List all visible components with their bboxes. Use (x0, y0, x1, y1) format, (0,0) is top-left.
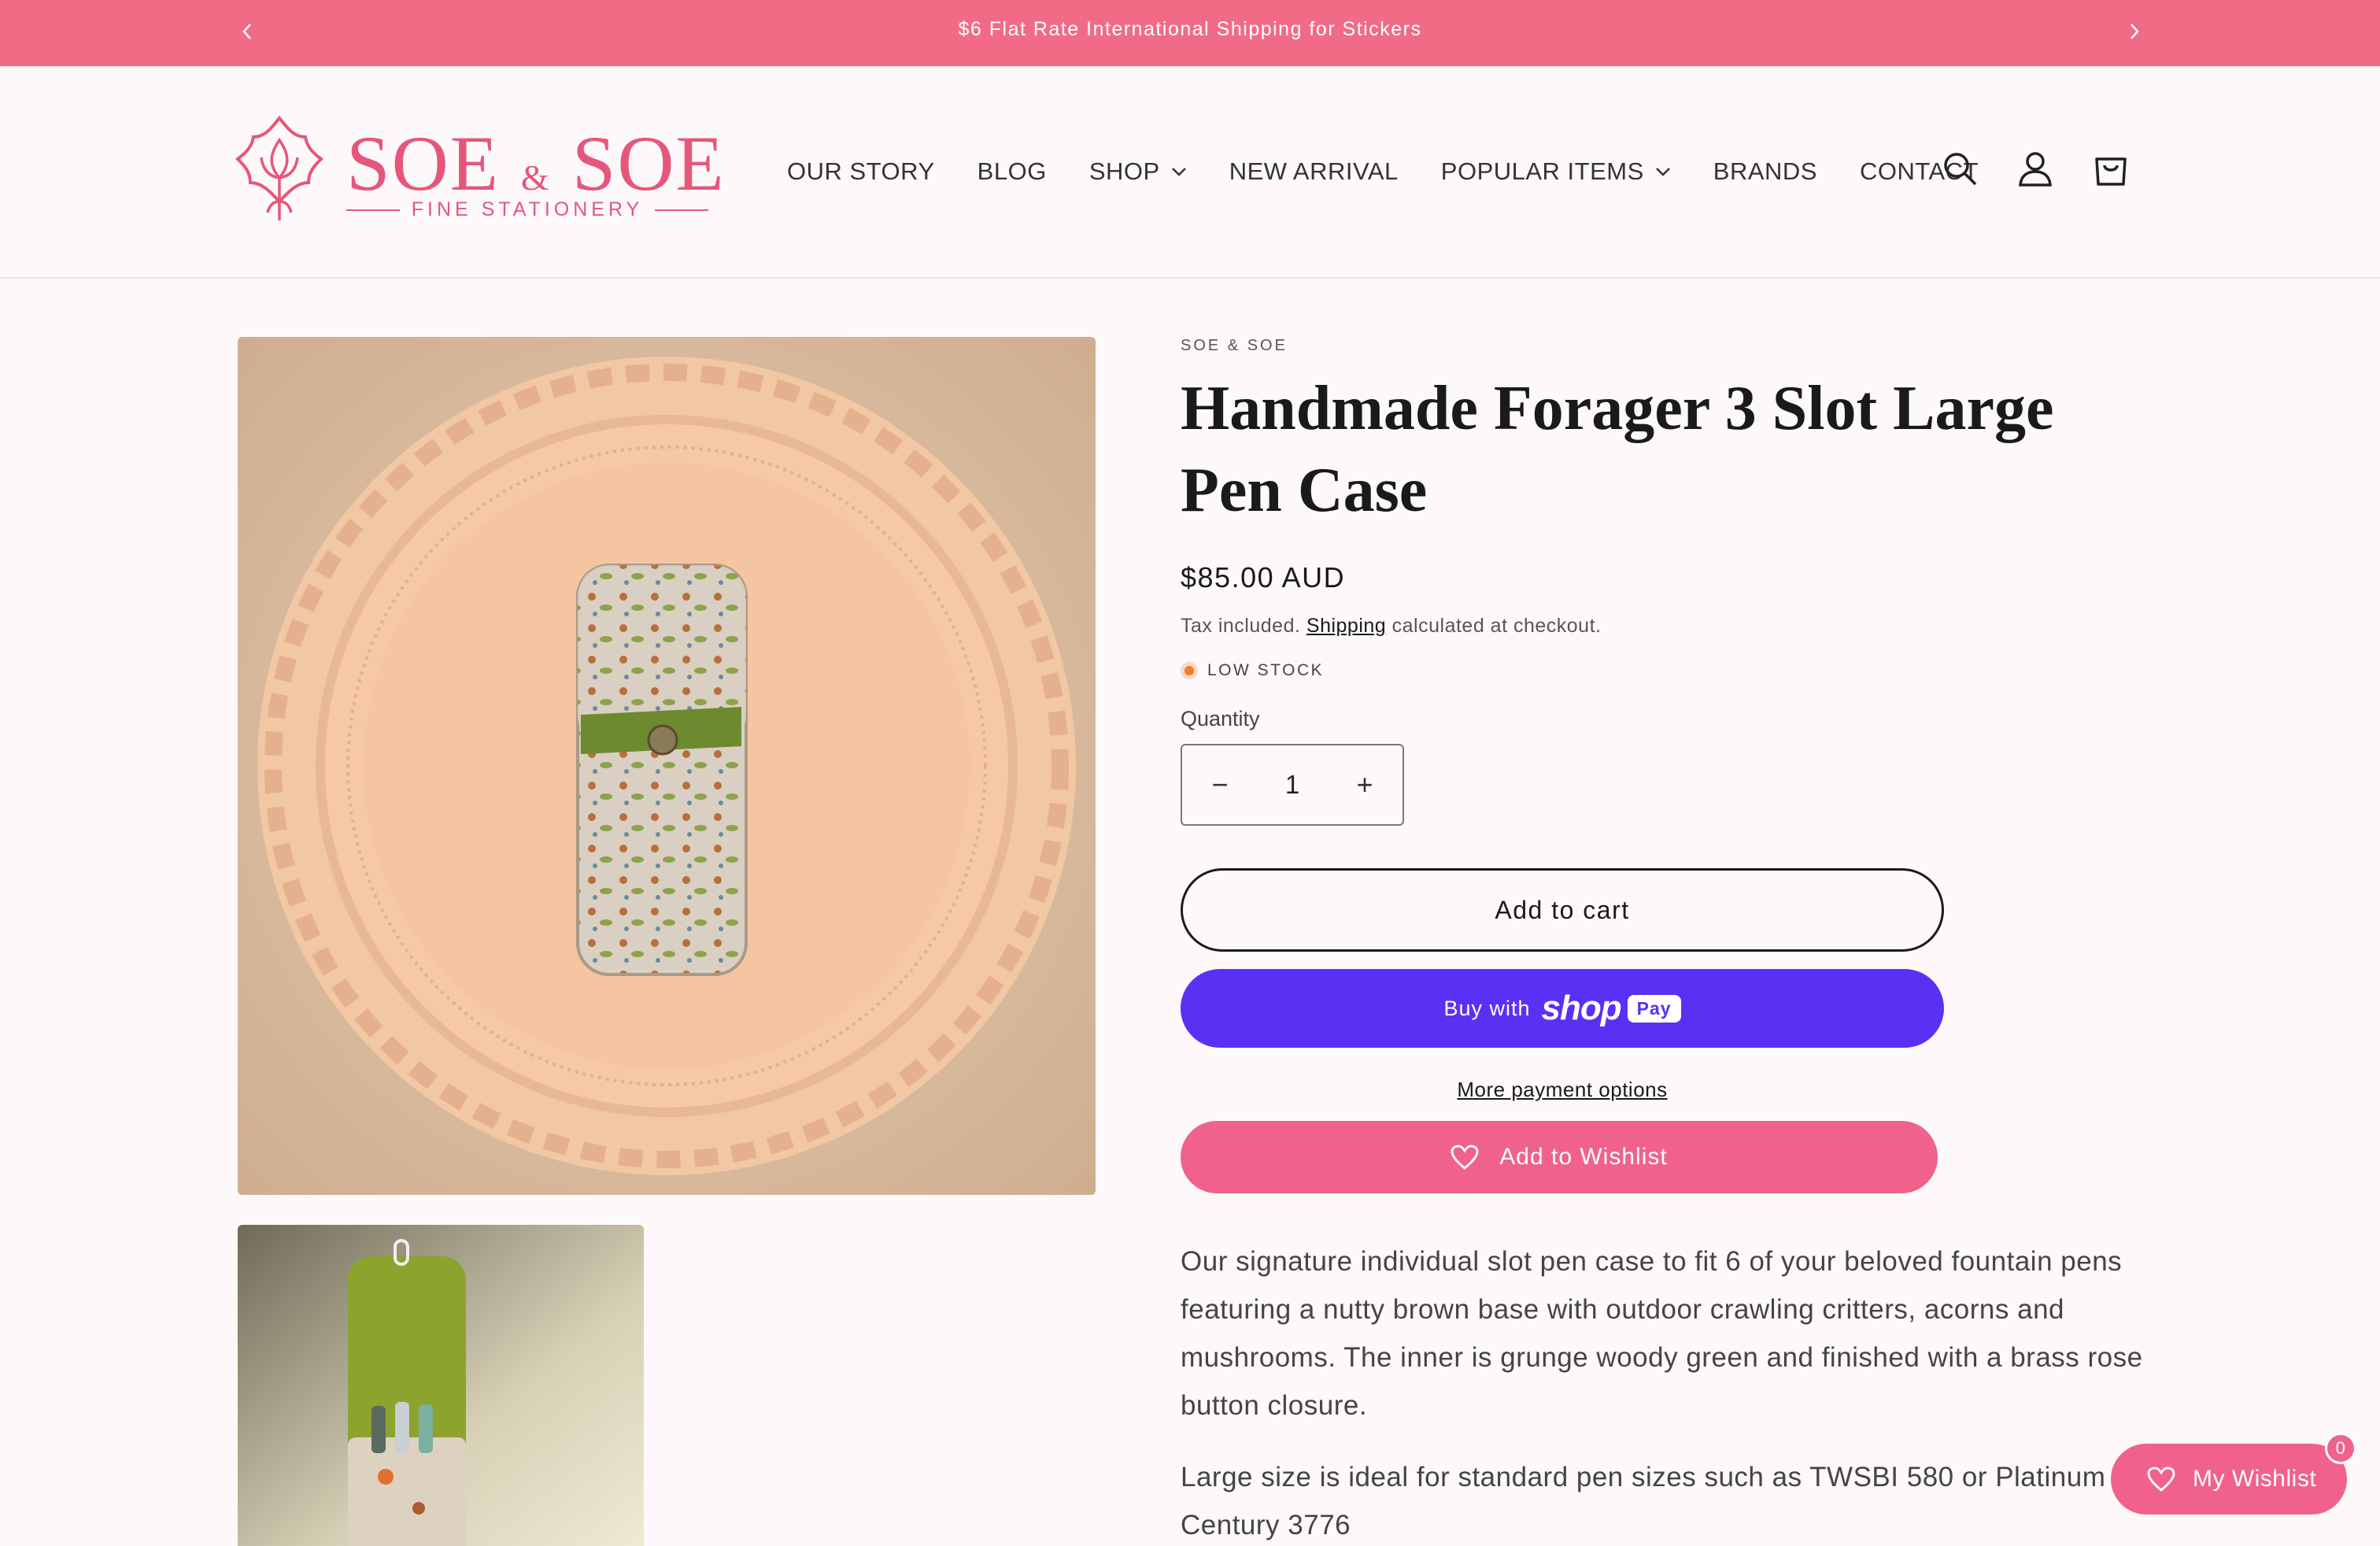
main-nav: OUR STORY BLOG SHOP NEW ARRIVAL POPULAR … (787, 156, 2021, 187)
description-paragraph: Our signature individual slot pen case t… (1181, 1246, 2143, 1421)
product-image-main[interactable] (238, 337, 1096, 1195)
site-header: SOE & SOE FINE STATIONERY OUR STORY BLOG… (0, 66, 2380, 279)
shop-pay-badge: Pay (1627, 994, 1681, 1023)
product-info: SOE & SOE Handmade Forager 3 Slot Large … (1181, 337, 2149, 1546)
quantity-decrease-button[interactable]: − (1206, 768, 1234, 801)
quantity-input[interactable]: 1 (1285, 770, 1299, 800)
shop-logo: shop (1541, 989, 1622, 1027)
nav-blog[interactable]: BLOG (978, 157, 1047, 186)
heart-icon (2147, 1466, 2175, 1492)
nav-new-arrival[interactable]: NEW ARRIVAL (1229, 157, 1399, 186)
nav-brands[interactable]: BRANDS (1713, 157, 1817, 186)
brand-subtitle: FINE STATIONERY (346, 198, 708, 221)
chevron-down-icon (1655, 167, 1671, 176)
product-price: $85.00 AUD (1181, 561, 1346, 594)
add-to-cart-button[interactable]: Add to cart (1181, 868, 1944, 952)
quantity-label: Quantity (1181, 707, 1260, 730)
stock-status: LOW STOCK (1181, 661, 2149, 680)
quantity-increase-button[interactable]: + (1351, 768, 1379, 801)
account-icon[interactable] (2012, 145, 2059, 192)
header-icons (1936, 145, 2163, 192)
description-paragraph: Large size is ideal for standard pen siz… (1181, 1462, 2106, 1540)
announcement-text[interactable]: $6 Flat Rate International Shipping for … (0, 0, 2380, 58)
heart-icon (1451, 1145, 1479, 1170)
product-image-thumb[interactable] (238, 1225, 644, 1546)
quantity-stepper: − 1 + (1181, 744, 1404, 826)
stock-dot-icon (1181, 662, 1198, 679)
product-title: Handmade Forager 3 Slot Large Pen Case (1181, 374, 2054, 525)
announcement-bar: $6 Flat Rate International Shipping for … (0, 0, 2380, 66)
shipping-link[interactable]: Shipping (1306, 615, 1386, 637)
nav-shop[interactable]: SHOP (1089, 157, 1187, 186)
shop-pay-button[interactable]: Buy with shop Pay (1181, 969, 1944, 1048)
lotus-logo-icon (235, 115, 324, 220)
product-description: Our signature individual slot pen case t… (1181, 1237, 2149, 1546)
site-logo[interactable]: SOE & SOE FINE STATIONERY (233, 113, 724, 231)
wishlist-count-badge: 0 (2325, 1433, 2356, 1464)
chevron-down-icon (1171, 167, 1187, 176)
nav-popular-items[interactable]: POPULAR ITEMS (1441, 157, 1671, 186)
product-vendor: SOE & SOE (1181, 337, 1288, 354)
brand-name: SOE & SOE (346, 120, 726, 207)
more-payment-options-link[interactable]: More payment options (1181, 1078, 1944, 1102)
my-wishlist-button[interactable]: My Wishlist 0 (2111, 1433, 2356, 1515)
nav-our-story[interactable]: OUR STORY (787, 157, 935, 186)
chevron-right-icon[interactable] (2119, 16, 2150, 47)
tax-note: Tax included. Shipping calculated at che… (1181, 615, 1602, 637)
search-icon[interactable] (1936, 145, 1983, 192)
add-to-wishlist-button[interactable]: Add to Wishlist (1181, 1121, 1938, 1193)
cart-icon[interactable] (2087, 145, 2134, 192)
